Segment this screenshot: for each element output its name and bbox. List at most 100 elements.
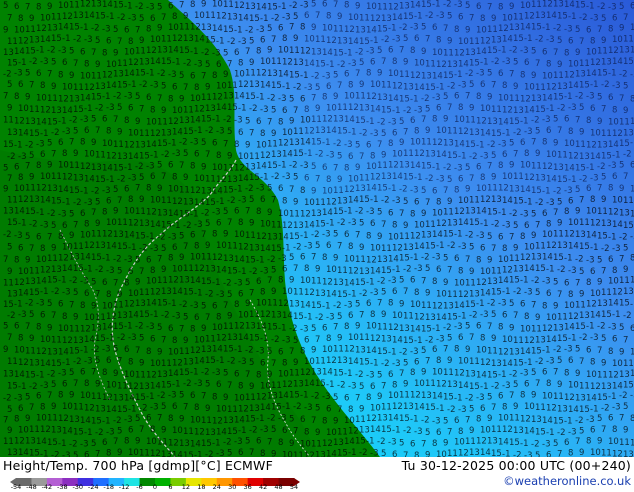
- contour-label: 15: [95, 334, 106, 344]
- contour-label: 11: [469, 357, 480, 367]
- contour-label: -3: [458, 405, 466, 415]
- contour-label: 9: [267, 46, 272, 56]
- contour-label: 11: [403, 149, 414, 159]
- contour-label: -2: [139, 404, 147, 414]
- contour-label: 7: [337, 405, 342, 415]
- contour-label: 14: [168, 209, 179, 219]
- contour-label: 13: [267, 69, 278, 79]
- contour-label: -1: [546, 104, 554, 114]
- contour-label: 9: [201, 163, 206, 173]
- contour-label: -2: [113, 255, 121, 265]
- contour-label: 15: [377, 184, 388, 194]
- contour-label: 8: [84, 379, 89, 389]
- contour-label: 10: [612, 195, 623, 205]
- contour-label: 13: [623, 287, 634, 297]
- contour-label: 14: [278, 391, 289, 401]
- contour-label: -3: [590, 333, 598, 343]
- contour-label: 8: [520, 71, 525, 81]
- contour-label: -3: [586, 415, 594, 425]
- contour-label: 10: [458, 37, 469, 47]
- contour-label: 13: [91, 163, 102, 173]
- contour-label: 14: [84, 335, 95, 345]
- contour-label: 8: [388, 139, 393, 149]
- contour-label: 15: [73, 427, 84, 437]
- contour-label: 10: [190, 94, 201, 104]
- contour-label: 5: [333, 393, 338, 403]
- contour-label: 8: [586, 437, 591, 447]
- contour-label: -3: [256, 25, 264, 35]
- contour-label: 14: [542, 416, 553, 426]
- contour-label: 12: [80, 324, 91, 334]
- contour-label: 9: [355, 163, 360, 173]
- contour-label: 13: [399, 324, 410, 334]
- credit-link[interactable]: ©weatheronline.co.uk: [503, 474, 631, 488]
- contour-label: 13: [403, 243, 414, 253]
- contour-label: -2: [223, 115, 231, 125]
- contour-label: 14: [80, 253, 91, 263]
- contour-label: 5: [575, 25, 580, 35]
- contour-label: 7: [249, 448, 254, 457]
- contour-labels: 5 6 7 8 9 10 11 12 13 14 15 -1 -2 -3 5 6 7 8 9 10 11 12 13 14 15…: [3, 0, 634, 457]
- contour-label: 6: [520, 300, 525, 310]
- contour-label: -1: [480, 58, 488, 68]
- contour-label: 8: [238, 218, 243, 228]
- contour-label: -1: [326, 380, 334, 390]
- contour-label: 14: [282, 311, 293, 321]
- contour-label: 5: [73, 126, 78, 136]
- contour-label: 9: [487, 414, 492, 424]
- contour-label: 15: [223, 345, 234, 355]
- contour-label: -3: [212, 208, 220, 218]
- contour-label: 12: [80, 162, 91, 172]
- contour-label: 9: [117, 290, 122, 300]
- contour-label: -2: [597, 322, 605, 332]
- contour-label: 8: [190, 0, 195, 10]
- contour-label: 14: [80, 416, 91, 426]
- contour-label: 12: [348, 427, 359, 437]
- contour-label: 5: [487, 232, 492, 242]
- contour-label: 5: [139, 14, 144, 24]
- contour-label: 7: [359, 310, 364, 320]
- contour-label: 8: [190, 324, 195, 334]
- contour-label: -1: [410, 94, 418, 104]
- contour-label: 8: [388, 299, 393, 309]
- contour-label: -3: [40, 381, 48, 391]
- contour-label: 13: [223, 92, 234, 102]
- contour-label: 6: [278, 184, 283, 194]
- contour-label: 10: [630, 185, 634, 195]
- contour-label: -2: [271, 172, 279, 182]
- contour-label: -1: [476, 299, 484, 309]
- contour-label: 13: [69, 253, 80, 263]
- contour-label: 9: [509, 2, 514, 12]
- contour-label: 12: [80, 0, 91, 10]
- contour-label: 7: [355, 231, 360, 241]
- contour-label: 12: [124, 140, 135, 150]
- contour-label: 6: [564, 115, 569, 125]
- contour-label: -2: [51, 128, 59, 138]
- contour-label: -1: [58, 276, 66, 286]
- contour-label: -1: [84, 428, 92, 438]
- contour-label: -2: [51, 287, 59, 297]
- contour-label: 9: [223, 393, 228, 403]
- contour-label: -2: [73, 198, 81, 208]
- contour-label: -1: [124, 1, 132, 11]
- contour-label: 12: [586, 140, 597, 150]
- contour-label: -1: [436, 404, 444, 414]
- contour-label: 13: [619, 46, 630, 56]
- contour-label: 6: [542, 368, 547, 378]
- contour-label: 9: [447, 356, 452, 366]
- contour-label: 12: [502, 425, 513, 435]
- contour-label: 8: [410, 46, 415, 56]
- contour-label: -3: [564, 186, 572, 196]
- contour-label: 12: [14, 437, 25, 447]
- contour-label: 13: [29, 359, 40, 369]
- contour-label: 8: [564, 368, 569, 378]
- contour-label: 5: [315, 241, 320, 251]
- contour-label: 5: [157, 323, 162, 333]
- contour-label: 9: [47, 324, 52, 334]
- contour-label: 12: [612, 449, 623, 457]
- contour-label: 5: [29, 310, 34, 320]
- contour-label: -1: [300, 231, 308, 241]
- contour-label: 9: [315, 104, 320, 114]
- contour-label: 8: [432, 439, 437, 449]
- contour-label: 5: [447, 334, 452, 344]
